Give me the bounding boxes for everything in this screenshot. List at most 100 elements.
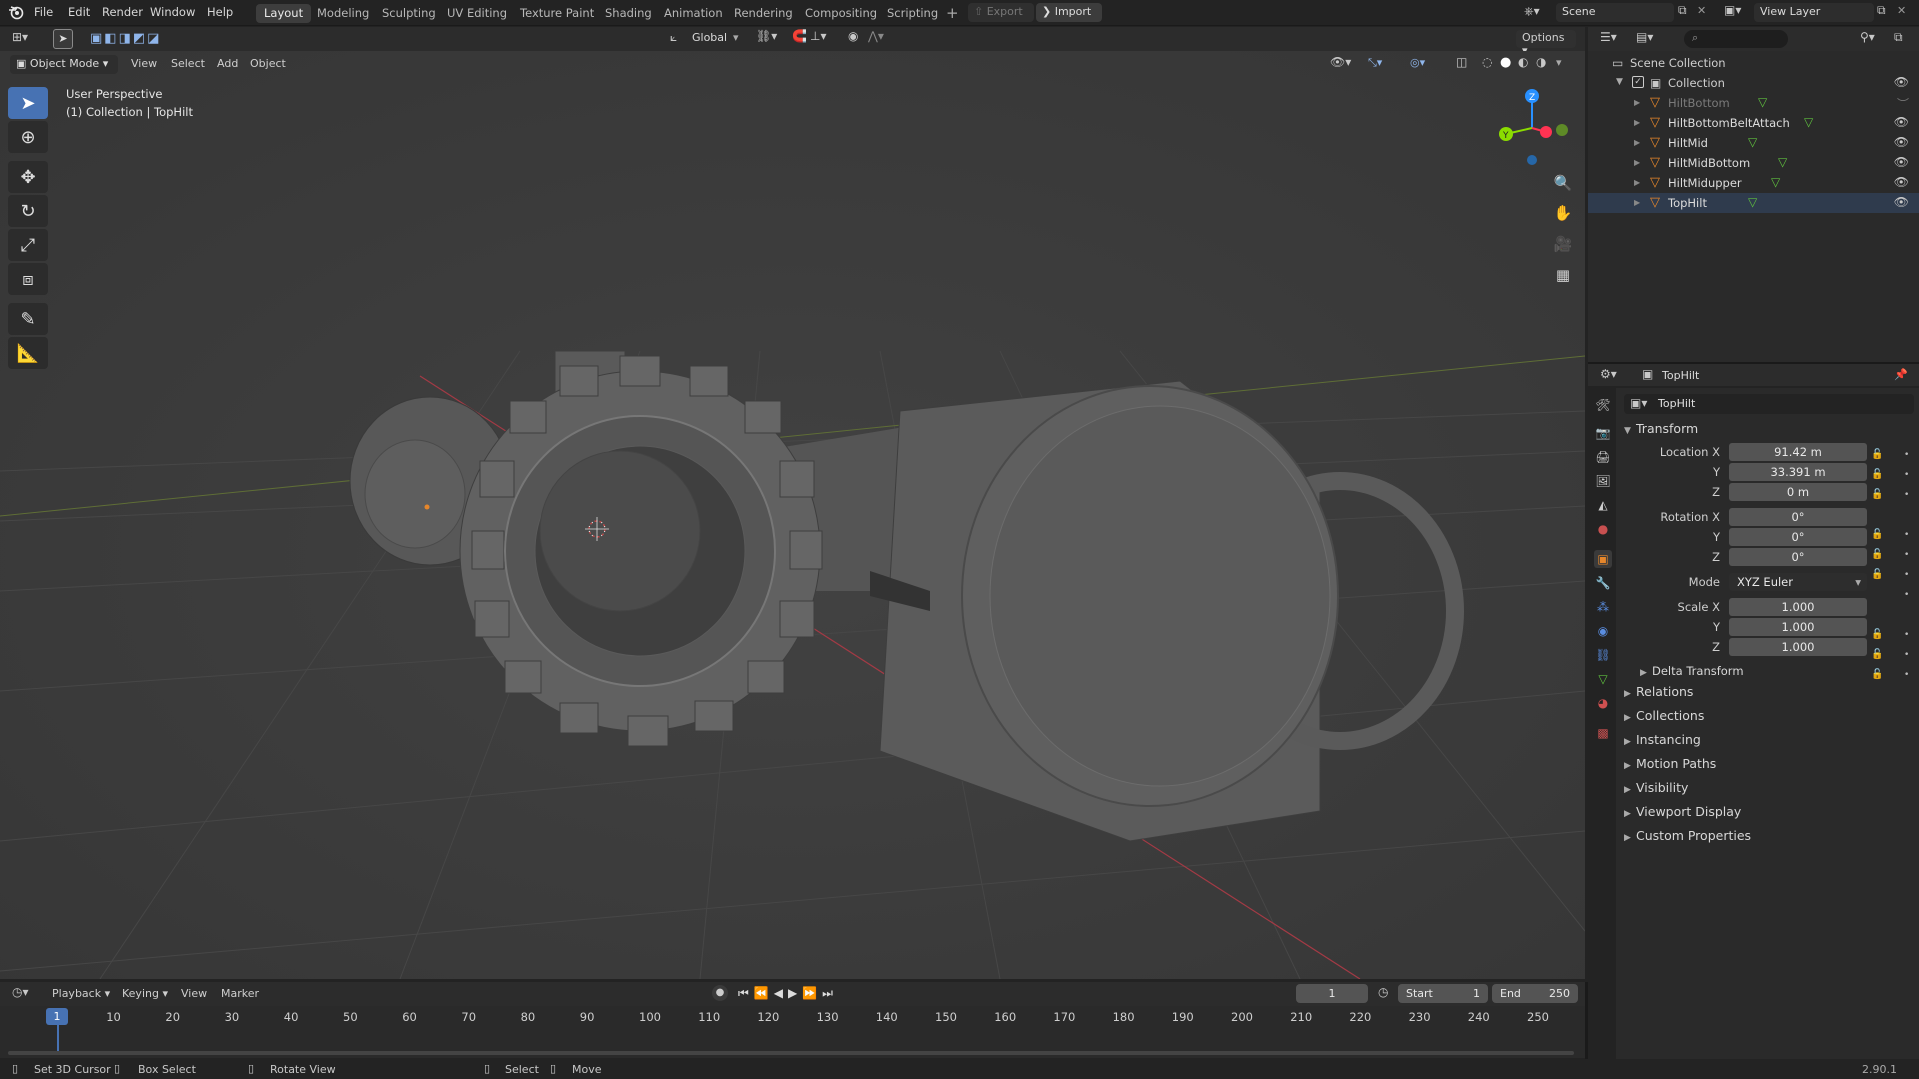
timeline-panel[interactable]: ◷▾ Playback ▾ Keying ▾ View Marker ● ⏮⏪◀… — [0, 982, 1585, 1058]
properties-section-header[interactable]: ▶ Motion Paths — [1624, 756, 1716, 771]
shading-solid-icon[interactable]: ● — [1500, 55, 1511, 70]
outliner-object-row[interactable]: ▶ ▽ TopHilt ▽ 👁 — [1588, 193, 1919, 213]
rotation-x-field[interactable]: 0° — [1729, 508, 1867, 526]
shading-wireframe-icon[interactable]: ◌ — [1482, 55, 1492, 70]
timeline-scrollbar[interactable] — [8, 1051, 1574, 1055]
timeline-menu-view[interactable]: View — [181, 987, 207, 1000]
outliner-object-row[interactable]: ▶ ▽ HiltMid ▽ 👁 — [1588, 133, 1919, 153]
scale-x-field[interactable]: 1.000 — [1729, 598, 1867, 616]
data-tab-icon[interactable]: ▽ — [1594, 670, 1612, 688]
visibility-selector-icon[interactable]: 👁▾ — [1330, 56, 1351, 69]
outliner-object-row[interactable]: ▶ ▽ HiltMidupper ▽ 👁 — [1588, 173, 1919, 193]
properties-section-header[interactable]: ▶ Instancing — [1624, 732, 1701, 747]
shading-options-icon[interactable]: ▾ — [1556, 56, 1562, 69]
record-icon[interactable]: ● — [712, 985, 728, 1001]
tab-sculpting[interactable]: Sculpting — [374, 4, 444, 23]
rotation-z-field[interactable]: 0° — [1729, 548, 1867, 566]
outliner-object-row[interactable]: ▶ ▽ HiltBottomBeltAttach ▽ 👁 — [1588, 113, 1919, 133]
tab-compositing[interactable]: Compositing — [797, 4, 885, 23]
selection-mode-icons[interactable]: ▣◧◨◩◪ — [90, 31, 161, 46]
location-x-field[interactable]: 91.42 m — [1729, 443, 1867, 461]
view-layer-field[interactable]: View Layer — [1754, 3, 1874, 22]
scale-z-field[interactable]: 1.000 — [1729, 638, 1867, 656]
new-collection-icon[interactable]: ⧉ — [1894, 31, 1903, 44]
timeline-ruler[interactable]: 1 10 20 30 40 50 60 70 80 90 100 110 120 130 140 150 16… — [0, 1006, 1585, 1058]
object-name-field[interactable]: ▣▾ TopHilt — [1624, 394, 1914, 414]
eye-icon[interactable]: 👁 — [1894, 195, 1909, 209]
falloff-icon[interactable]: ⋀▾ — [868, 30, 884, 43]
mode-dropdown[interactable]: ▣ Object Mode ▾ — [10, 55, 118, 74]
current-frame-field[interactable]: 1 — [1296, 984, 1368, 1003]
ortho-grid-icon[interactable]: ▦ — [1551, 263, 1575, 287]
transform-tool[interactable]: ⧈ — [8, 263, 48, 295]
eye-icon[interactable]: 👁 — [1894, 75, 1909, 89]
scene-tab-icon[interactable]: ◭ — [1594, 496, 1612, 514]
xray-toggle-icon[interactable]: ◫ — [1456, 56, 1467, 69]
eye-closed-icon[interactable]: ︶ — [1897, 95, 1909, 112]
3d-viewport[interactable]: ▣ Object Mode ▾ View Select Add Object 👁… — [0, 51, 1585, 979]
menu-file[interactable]: File — [34, 5, 53, 19]
properties-section-header[interactable]: ▶ Custom Properties — [1624, 828, 1751, 843]
navigation-gizmo[interactable]: Z Y — [1490, 86, 1574, 170]
eye-icon[interactable]: 👁 — [1894, 175, 1909, 189]
tab-texture-paint[interactable]: Texture Paint — [512, 4, 602, 23]
mesh-data-icon[interactable]: ▽ — [1748, 195, 1757, 209]
tool-tab-icon[interactable]: 🛠 — [1594, 396, 1612, 414]
properties-section-header[interactable]: ▶ Visibility — [1624, 780, 1688, 795]
material-tab-icon[interactable]: ◕ — [1594, 694, 1612, 712]
delete-view-layer-icon[interactable]: ✕ — [1897, 4, 1906, 17]
eye-icon[interactable]: 👁 — [1894, 115, 1909, 129]
pan-hand-icon[interactable]: ✋ — [1551, 201, 1575, 225]
texture-tab-icon[interactable]: ▩ — [1594, 724, 1612, 742]
add-workspace-icon[interactable]: + — [946, 4, 959, 22]
scale-tool[interactable]: ⤢ — [8, 229, 48, 261]
expand-triangle-icon[interactable]: ▶ — [1634, 98, 1640, 107]
camera-view-icon[interactable]: 🎥 — [1551, 232, 1575, 256]
outliner-panel[interactable]: ▭ Scene Collection ▼ ✓ ▣ Collection 👁 ▶ ▽… — [1588, 51, 1919, 362]
expand-triangle-icon[interactable]: ▶ — [1634, 198, 1640, 207]
scene-selector-icon[interactable]: ⎈▾ — [1524, 5, 1540, 18]
properties-section-header[interactable]: ▶ Viewport Display — [1624, 804, 1741, 819]
constraints-tab-icon[interactable]: ⛓ — [1594, 646, 1612, 664]
timeline-menu-playback[interactable]: Playback ▾ — [52, 987, 110, 1000]
delta-transform-section[interactable]: ▶ Delta Transform — [1640, 664, 1744, 678]
view-layer-tab-icon[interactable]: 🖼 — [1594, 472, 1612, 490]
modifier-tab-icon[interactable]: 🔧 — [1594, 574, 1612, 592]
tab-shading[interactable]: Shading — [597, 4, 660, 23]
location-z-field[interactable]: 0 m — [1729, 483, 1867, 501]
mesh-data-icon[interactable]: ▽ — [1778, 155, 1787, 169]
view-layer-icon[interactable]: ▣▾ — [1724, 4, 1741, 17]
start-frame-field[interactable]: Start 1 — [1398, 984, 1488, 1003]
expand-triangle-icon[interactable]: ▶ — [1634, 158, 1640, 167]
expand-triangle-icon[interactable]: ▼ — [1616, 77, 1623, 87]
viewport-menu-object[interactable]: Object — [250, 57, 286, 70]
shading-material-icon[interactable]: ◐ — [1518, 55, 1528, 70]
rotate-tool[interactable]: ↻ — [8, 195, 48, 227]
timeline-menu-marker[interactable]: Marker — [221, 987, 259, 1000]
editor-type-icon[interactable]: ⊞▾ — [12, 31, 28, 44]
tab-uv-editing[interactable]: UV Editing — [439, 4, 515, 23]
tab-scripting[interactable]: Scripting — [879, 4, 946, 23]
options-dropdown[interactable]: Options ▾ — [1516, 30, 1576, 57]
tab-layout[interactable]: Layout — [256, 4, 312, 23]
delete-scene-icon[interactable]: ✕ — [1697, 4, 1706, 17]
playhead-frame[interactable]: 1 — [46, 1008, 68, 1025]
menu-window[interactable]: Window — [150, 5, 195, 19]
move-tool[interactable]: ✥ — [8, 161, 48, 193]
menu-edit[interactable]: Edit — [68, 5, 90, 19]
outliner-collection[interactable]: ▼ ✓ ▣ Collection 👁 — [1588, 73, 1919, 93]
viewport-menu-view[interactable]: View — [131, 57, 157, 70]
location-y-field[interactable]: 33.391 m — [1729, 463, 1867, 481]
outliner-editor-icon[interactable]: ☰▾ — [1600, 31, 1617, 44]
import-button[interactable]: ❯ Import — [1036, 3, 1102, 22]
display-mode-icon[interactable]: ▤▾ — [1636, 31, 1653, 44]
snap-target-icon[interactable]: ⊥▾ — [810, 30, 826, 43]
transform-orientation-icon[interactable]: ⟀ — [670, 31, 677, 44]
transform-orientation-label[interactable]: Global — [692, 31, 727, 44]
timeline-menu-keying[interactable]: Keying ▾ — [122, 987, 168, 1000]
expand-triangle-icon[interactable]: ▶ — [1634, 138, 1640, 147]
outliner-search-input[interactable]: ⌕ — [1684, 30, 1788, 48]
annotate-tool[interactable]: ✎ — [8, 303, 48, 335]
menu-help[interactable]: Help — [207, 5, 233, 19]
rotation-y-field[interactable]: 0° — [1729, 528, 1867, 546]
